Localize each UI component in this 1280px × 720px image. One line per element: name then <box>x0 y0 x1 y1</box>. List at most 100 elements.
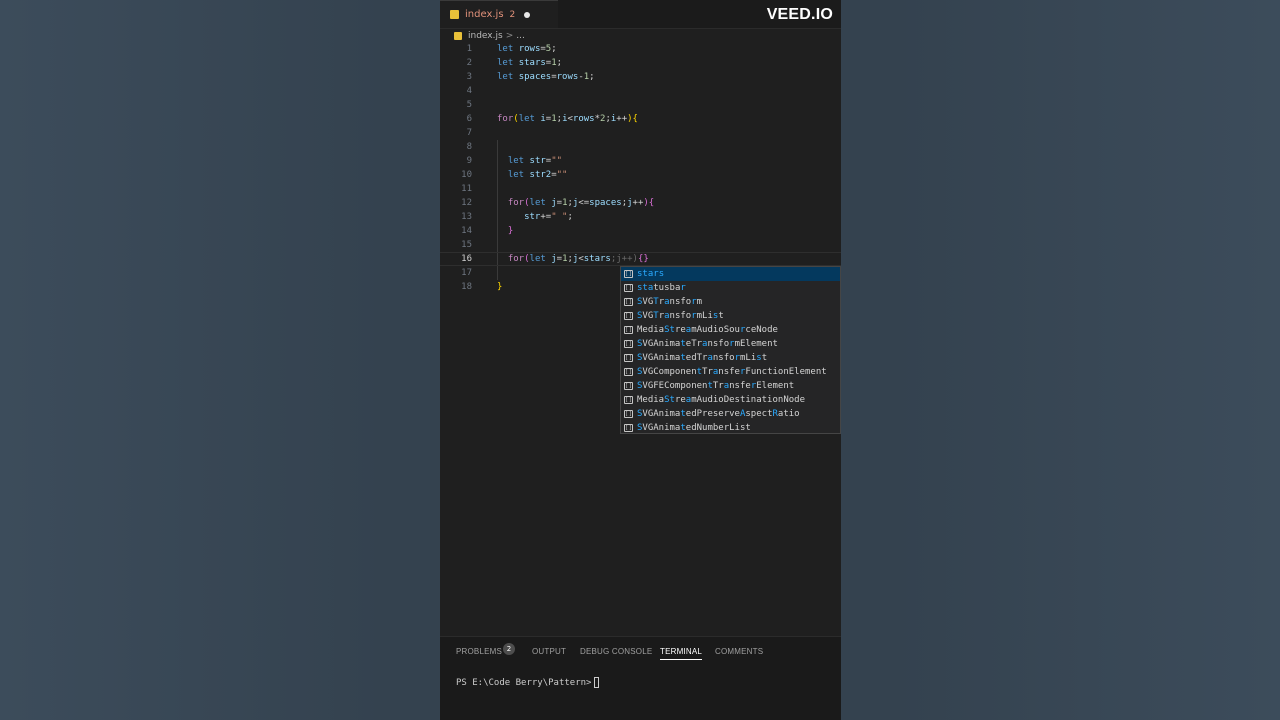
code-line[interactable]: 9 let str="" <box>440 154 841 168</box>
line-number: 15 <box>461 240 472 250</box>
suggestion-item[interactable]: [ ] SVGAnimatedPreserveAspectRatio <box>621 407 840 421</box>
code-text: let stars=1; <box>497 58 563 68</box>
variable-icon: [ ] <box>624 298 633 306</box>
line-number: 9 <box>466 156 472 166</box>
suggestion-label: SVGTransformList <box>637 311 724 321</box>
line-number: 7 <box>466 128 472 138</box>
code-text: str+=" "; <box>524 212 573 222</box>
suggestion-label: SVGTransform <box>637 297 703 307</box>
breadcrumb-more[interactable]: ... <box>516 31 525 41</box>
code-text: let str2="" <box>507 170 568 180</box>
line-number: 11 <box>461 184 472 194</box>
variable-icon: [ ] <box>624 396 633 404</box>
code-line[interactable]: 5 <box>440 98 841 112</box>
suggestion-item[interactable]: [ ] SVGAnimateTransformElement <box>621 337 840 351</box>
variable-icon: [ ] <box>624 284 633 292</box>
breadcrumb-file[interactable]: index.js <box>468 31 503 41</box>
unsaved-dot-icon[interactable] <box>524 11 531 18</box>
terminal-prompt[interactable]: PS E:\Code Berry\Pattern> <box>456 677 600 688</box>
code-editor[interactable]: 1 let rows=5; 2 let stars=1; 3 let space… <box>440 42 841 632</box>
tab-problems[interactable]: PROBLEMS <box>456 647 502 656</box>
code-text: } <box>507 226 514 236</box>
line-number: 14 <box>461 226 472 236</box>
code-line[interactable]: 15 <box>440 238 841 252</box>
tab-output[interactable]: OUTPUT <box>532 647 566 656</box>
code-line[interactable]: 14 } <box>440 224 841 238</box>
suggestion-label: statusbar <box>637 283 686 293</box>
suggestion-item[interactable]: [ ] SVGAnimatedNumberList <box>621 421 840 435</box>
breadcrumb-separator: > <box>505 31 514 41</box>
code-text: } <box>497 282 503 292</box>
tab-debug-console[interactable]: DEBUG CONSOLE <box>580 647 652 656</box>
line-number: 2 <box>466 58 472 68</box>
suggestion-label: SVGAnimatedNumberList <box>637 423 751 433</box>
suggestion-item[interactable]: [ ] SVGFEComponentTransferElement <box>621 379 840 393</box>
suggestion-item[interactable]: [ ] stars <box>621 267 840 281</box>
code-text: let spaces=rows-1; <box>497 72 595 82</box>
suggestion-item[interactable]: [ ] SVGComponentTransferFunctionElement <box>621 365 840 379</box>
terminal-prompt-text: PS E:\Code Berry\Pattern> <box>456 677 592 688</box>
code-text: let str="" <box>507 156 563 166</box>
tab-comments[interactable]: COMMENTS <box>715 647 763 656</box>
suggestion-label: MediaStreamAudioDestinationNode <box>637 395 805 405</box>
terminal-cursor <box>594 677 600 688</box>
code-text: for(let i=1;i<rows*2;i++){ <box>497 114 638 124</box>
veed-watermark: VEED.IO <box>766 6 833 23</box>
breadcrumb: index.js > ... <box>454 29 525 43</box>
suggestion-label: SVGComponentTransferFunctionElement <box>637 367 827 377</box>
variable-icon: [ ] <box>624 368 633 376</box>
tab-filename: index.js <box>465 9 504 20</box>
suggestion-item[interactable]: [ ] SVGAnimatedTransformList <box>621 351 840 365</box>
autocomplete-suggestions[interactable]: [ ] stars [ ] statusbar [ ] SVGTransform… <box>620 266 841 434</box>
variable-icon: [ ] <box>624 354 633 362</box>
code-line[interactable]: 2 let stars=1; <box>440 56 841 70</box>
tab-index-js[interactable]: index.js 2 <box>440 0 558 28</box>
code-line[interactable]: 6 for(let i=1;i<rows*2;i++){ <box>440 112 841 126</box>
code-text: let rows=5; <box>497 44 557 54</box>
line-number: 4 <box>466 86 472 96</box>
tab-problem-count: 2 <box>509 9 516 20</box>
line-number: 8 <box>466 142 472 152</box>
code-text: for(let j=1;j<stars;j++){} <box>507 254 649 264</box>
code-line[interactable]: 11 <box>440 182 841 196</box>
suggestion-label: MediaStreamAudioSourceNode <box>637 325 778 335</box>
line-number: 5 <box>466 100 472 110</box>
suggestion-label: stars <box>637 269 665 279</box>
suggestion-item[interactable]: [ ] SVGTransform <box>621 295 840 309</box>
variable-icon: [ ] <box>624 270 633 278</box>
code-line[interactable]: 1 let rows=5; <box>440 42 841 56</box>
variable-icon: [ ] <box>624 410 633 418</box>
line-number: 6 <box>466 114 472 124</box>
variable-icon: [ ] <box>624 326 633 334</box>
suggestion-label: SVGAnimatedPreserveAspectRatio <box>637 409 800 419</box>
line-number: 16 <box>461 254 472 264</box>
line-number: 1 <box>466 44 472 54</box>
code-line[interactable]: 13 str+=" "; <box>440 210 841 224</box>
javascript-file-icon <box>450 10 459 19</box>
bottom-panel: PROBLEMS 2 OUTPUT DEBUG CONSOLE TERMINAL… <box>440 636 841 720</box>
variable-icon: [ ] <box>624 340 633 348</box>
code-line[interactable]: 12 for(let j=1;j<=spaces;j++){ <box>440 196 841 210</box>
code-line[interactable]: 8 <box>440 140 841 154</box>
code-line[interactable]: 4 <box>440 84 841 98</box>
code-line[interactable]: 3 let spaces=rows-1; <box>440 70 841 84</box>
line-number: 18 <box>461 282 472 292</box>
suggestion-item[interactable]: [ ] MediaStreamAudioSourceNode <box>621 323 840 337</box>
line-number: 17 <box>461 268 472 278</box>
suggestion-label: SVGFEComponentTransferElement <box>637 381 795 391</box>
code-line[interactable]: 7 <box>440 126 841 140</box>
suggestion-item[interactable]: [ ] statusbar <box>621 281 840 295</box>
javascript-file-icon <box>454 32 462 40</box>
code-line[interactable]: 10 let str2="" <box>440 168 841 182</box>
variable-icon: [ ] <box>624 382 633 390</box>
suggestion-label: SVGAnimatedTransformList <box>637 353 768 363</box>
vscode-window: index.js 2 VEED.IO index.js > ... 1 let … <box>440 0 841 720</box>
editor-tab-bar: index.js 2 VEED.IO <box>440 0 841 29</box>
tab-terminal[interactable]: TERMINAL <box>660 647 703 660</box>
suggestion-item[interactable]: [ ] MediaStreamAudioDestinationNode <box>621 393 840 407</box>
suggestion-label: SVGAnimateTransformElement <box>637 339 778 349</box>
line-number: 10 <box>461 170 472 180</box>
suggestion-item[interactable]: [ ] SVGTransformList <box>621 309 840 323</box>
code-line-active[interactable]: 16 for(let j=1;j<stars;j++){} <box>440 252 841 266</box>
problems-count-badge: 2 <box>503 643 515 655</box>
